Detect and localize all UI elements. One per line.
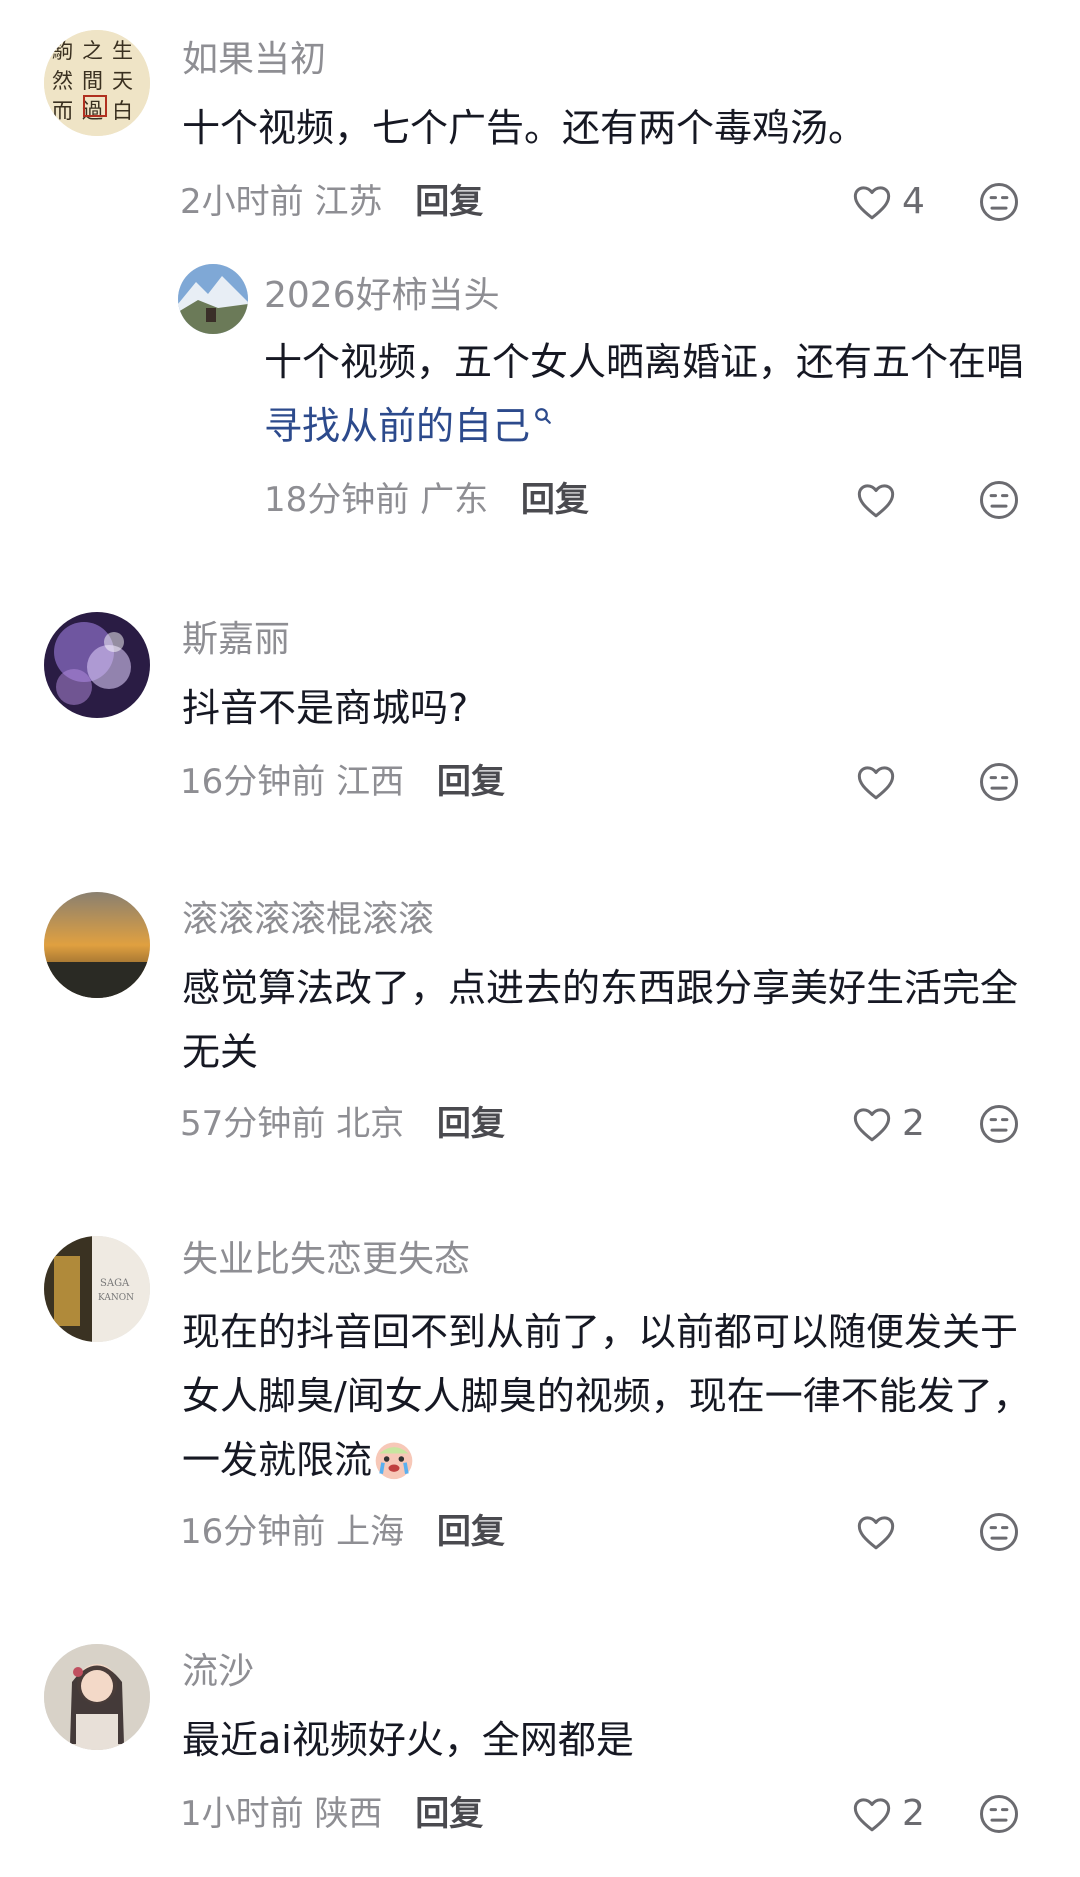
reply-button[interactable]: 回复 [415,182,483,222]
comment-text-main: 现在的抖音回不到从前了，以前都可以随便发关于女人脚臭/闻女人脚臭的视频，现在一律… [182,1310,1031,1482]
dislike-button[interactable] [978,761,1020,803]
like-button[interactable]: 2 [852,1792,925,1836]
comment-meta: 16分钟前 上海 回复 [180,1510,505,1554]
like-count: 4 [902,181,925,222]
reply-button[interactable]: 回复 [437,762,505,802]
username[interactable]: 2026好柿当头 [264,274,500,318]
avatar[interactable] [178,264,248,334]
comment-text-main: 十个视频，五个女人晒离婚证，还有五个在唱 [264,340,1025,384]
like-button[interactable] [856,478,906,522]
svg-text:生: 生 [112,39,133,63]
comment-text: 感觉算法改了，点进去的东西跟分享美好生活完全无关 [182,966,1019,1074]
dislike-button[interactable] [978,1103,1020,1145]
timestamp: 18分钟前 [264,480,410,520]
heart-outline-icon [853,1798,891,1832]
location: 陕西 [314,1794,383,1834]
svg-text:天: 天 [112,69,133,93]
comment-item: 滚滚滚滚棍滚滚 感觉算法改了，点进去的东西跟分享美好生活完全无关 57分钟前 北… [0,880,1080,1180]
avatar[interactable] [44,612,150,718]
username[interactable]: 滚滚滚滚棍滚滚 [182,898,434,942]
comment-meta: 57分钟前 北京 回复 [180,1102,505,1146]
username[interactable]: 如果当初 [182,38,326,82]
svg-text:之: 之 [82,39,103,63]
svg-text:駒: 駒 [52,39,73,63]
like-button[interactable]: 4 [852,180,925,224]
like-button[interactable] [856,1510,906,1554]
location: 上海 [336,1512,405,1552]
heart-outline-icon [853,1108,891,1142]
comment-text: 最近ai视频好火，全网都是 [182,1718,634,1762]
neutral-face-icon [980,1105,1018,1143]
dislike-button[interactable] [978,1793,1020,1835]
reply-button[interactable]: 回复 [415,1794,483,1834]
reply-button[interactable]: 回复 [437,1512,505,1552]
svg-text:而: 而 [52,99,73,123]
crying-face-emoji [375,1442,413,1480]
location: 广东 [420,480,489,520]
comment-text: 十个视频，五个女人晒离婚证，还有五个在唱 寻找从前的自己 [264,330,1044,458]
timestamp: 57分钟前 [180,1104,326,1144]
dislike-button[interactable] [978,479,1020,521]
neutral-face-icon [980,1513,1018,1551]
avatar-logo-text: SAGA [100,1278,130,1289]
timestamp: 1小时前 [180,1794,304,1834]
heart-outline-icon [857,484,895,518]
comment-meta: 16分钟前 江西 回复 [180,760,505,804]
like-count: 2 [902,1793,925,1834]
neutral-face-icon [980,183,1018,221]
svg-text:KANON: KANON [98,1293,134,1303]
like-count: 2 [902,1103,925,1144]
svg-text:過: 過 [82,99,103,123]
username[interactable]: 斯嘉丽 [182,618,290,662]
timestamp: 16分钟前 [180,1512,326,1552]
like-button[interactable]: 2 [852,1102,925,1146]
timestamp: 2小时前 [180,182,304,222]
comment-text: 抖音不是商城吗? [182,686,469,730]
comment-item: 流沙 最近ai视频好火，全网都是 1小时前 陕西 回复 2 [0,1630,1080,1877]
username[interactable]: 失业比失恋更失态 [182,1238,470,1282]
heart-outline-icon [857,1516,895,1550]
comment-item: SAGA KANON 失业比失恋更失态 现在的抖音回不到从前了，以前都可以随便发… [0,1220,1080,1580]
comment-meta: 1小时前 陕西 回复 [180,1792,483,1836]
avatar[interactable] [44,892,150,998]
reply-item: 2026好柿当头 十个视频，五个女人晒离婚证，还有五个在唱 寻找从前的自己 18… [0,230,1080,560]
dislike-button[interactable] [978,1511,1020,1553]
like-button[interactable] [856,760,906,804]
reply-button[interactable]: 回复 [437,1104,505,1144]
comment-meta: 18分钟前 广东 回复 [264,478,589,522]
username[interactable]: 流沙 [182,1650,254,1694]
neutral-face-icon [980,1795,1018,1833]
location: 北京 [336,1104,405,1144]
comment-text: 十个视频，七个广告。还有两个毒鸡汤。 [182,106,867,150]
comment-text: 现在的抖音回不到从前了，以前都可以随便发关于女人脚臭/闻女人脚臭的视频，现在一律… [182,1300,1042,1492]
svg-text:間: 間 [82,69,103,93]
neutral-face-icon [980,763,1018,801]
timestamp: 16分钟前 [180,762,326,802]
location: 江苏 [314,182,383,222]
heart-outline-icon [857,766,895,800]
comment-item: 駒之生 然間天 而過白 如果当初 十个视频，七个广告。还有两个毒鸡汤。 2小时前… [0,0,1080,230]
reply-button[interactable]: 回复 [521,480,589,520]
svg-text:白: 白 [112,99,133,123]
neutral-face-icon [980,481,1018,519]
dislike-button[interactable] [978,181,1020,223]
location: 江西 [336,762,405,802]
avatar[interactable]: 駒之生 然間天 而過白 [44,30,150,136]
avatar[interactable]: SAGA KANON [44,1236,150,1342]
svg-text:然: 然 [52,69,73,93]
comment-meta: 2小时前 江苏 回复 [180,180,483,224]
avatar[interactable] [44,1644,150,1750]
search-icon [535,408,551,424]
search-link[interactable]: 寻找从前的自己 [264,404,530,448]
comment-item: 斯嘉丽 抖音不是商城吗? 16分钟前 江西 回复 [0,600,1080,840]
heart-outline-icon [853,186,891,220]
